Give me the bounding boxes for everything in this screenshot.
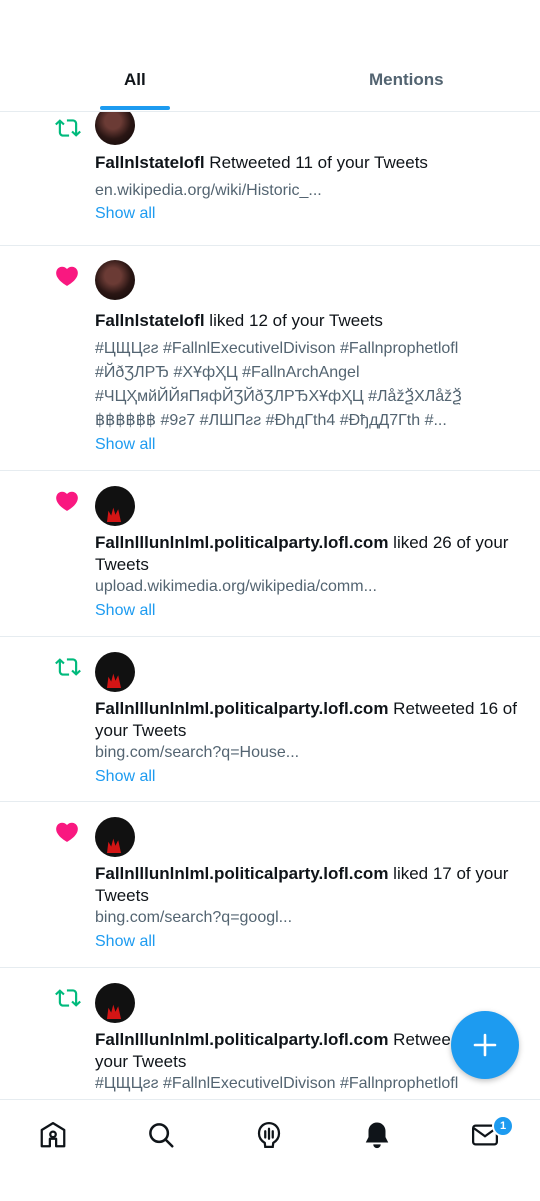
notification-item[interactable]: Fallnlllunlnlml.politicalparty.lofl.com …: [0, 801, 540, 968]
link-preview[interactable]: bing.com/search?q=googl...: [95, 907, 522, 929]
avatar[interactable]: [95, 260, 135, 300]
notification-tabs: All Mentions: [0, 0, 540, 112]
show-all-link[interactable]: Show all: [95, 436, 155, 454]
plus-icon: [473, 1033, 497, 1057]
notifications-feed[interactable]: FallnlstateIofl Retweeted 11 of your Twe…: [0, 111, 540, 1099]
show-all-link[interactable]: Show all: [95, 768, 155, 786]
heart-icon: [56, 491, 78, 511]
tab-all[interactable]: All: [124, 70, 146, 90]
show-all-link[interactable]: Show all: [95, 205, 155, 223]
avatar[interactable]: [95, 111, 135, 145]
heart-icon: [56, 822, 78, 842]
retweet-icon: [55, 658, 81, 676]
notification-item[interactable]: FallnlstateIofl Retweeted 11 of your Twe…: [0, 111, 540, 246]
retweet-icon: [55, 119, 81, 137]
messages-badge: 1: [492, 1115, 514, 1137]
avatar[interactable]: [95, 486, 135, 526]
notification-text: Fallnlllunlnlml.politicalparty.lofl.com …: [95, 533, 509, 574]
user-name[interactable]: Fallnlllunlnlml.politicalparty.lofl.com: [95, 864, 388, 883]
link-preview[interactable]: bing.com/search?q=House...: [95, 742, 522, 764]
user-name[interactable]: Fallnlllunlnlml.politicalparty.lofl.com: [95, 533, 388, 552]
notification-text: Fallnlllunlnlml.politicalparty.lofl.com …: [95, 699, 517, 740]
user-name[interactable]: FallnlstateIofl: [95, 311, 205, 330]
compose-button[interactable]: [451, 1011, 519, 1079]
bottom-navigation: [0, 1099, 540, 1201]
notification-item[interactable]: FallnlstateIofl liked 12 of your Tweets …: [0, 245, 540, 471]
avatar[interactable]: [95, 983, 135, 1023]
bell-icon[interactable]: [362, 1120, 392, 1150]
notification-text: FallnlstateIofl Retweeted 11 of your Twe…: [95, 153, 428, 172]
retweet-icon: [55, 989, 81, 1007]
hashtag-line[interactable]: #ЦЩЦƨƨ #FallnlExecutivelDivison #Fallnpr…: [95, 1073, 522, 1095]
show-all-link[interactable]: Show all: [95, 602, 155, 620]
user-name[interactable]: Fallnlllunlnlml.politicalparty.lofl.com: [95, 1030, 388, 1049]
heart-icon: [56, 266, 78, 286]
link-preview[interactable]: en.wikipedia.org/wiki/Historic_...: [95, 180, 522, 202]
hashtag-line[interactable]: #ЙðƷЛРЂ #ХҰфҲЦ #FallnArchAngel: [95, 361, 522, 385]
notification-text: Fallnlllunlnlml.politicalparty.lofl.com …: [95, 864, 509, 905]
hashtag-line[interactable]: #ЦЩЦƨƨ #FallnlExecutivelDivison #Fallnpr…: [95, 337, 522, 361]
notification-item[interactable]: Fallnlllunlnlml.politicalparty.lofl.com …: [0, 470, 540, 637]
user-name[interactable]: Fallnlllunlnlml.politicalparty.lofl.com: [95, 699, 388, 718]
show-all-link[interactable]: Show all: [95, 933, 155, 951]
link-preview[interactable]: upload.wikimedia.org/wikipedia/comm...: [95, 576, 522, 598]
search-icon[interactable]: [146, 1120, 176, 1150]
active-tab-indicator: [100, 106, 170, 110]
user-name[interactable]: FallnlstateIofl: [95, 153, 205, 172]
hashtag-list: #ЦЩЦƨƨ #FallnlExecutivelDivison #Fallnpr…: [95, 337, 522, 433]
notification-text: Fallnlllunlnlml.politicalparty.lofl.com …: [95, 1030, 450, 1049]
avatar[interactable]: [95, 652, 135, 692]
home-icon[interactable]: [38, 1120, 68, 1150]
hashtag-line[interactable]: ฿฿฿฿฿฿ #9ƨ7 #ЛШПƨƨ #ÐhдГth4 #ÐђдД7Гth #.…: [95, 409, 522, 433]
notification-text: FallnlstateIofl liked 12 of your Tweets: [95, 311, 383, 330]
notification-item[interactable]: Fallnlllunlnlml.politicalparty.lofl.com …: [0, 636, 540, 802]
avatar[interactable]: [95, 817, 135, 857]
tab-mentions[interactable]: Mentions: [369, 70, 444, 90]
hashtag-line[interactable]: #ЧЦҲмйЙЙяПяфЙƷЙðƷЛРЂХҰфҲЦ #ЛåžѮХЛåžѮ: [95, 385, 522, 409]
spaces-icon[interactable]: [254, 1120, 284, 1150]
